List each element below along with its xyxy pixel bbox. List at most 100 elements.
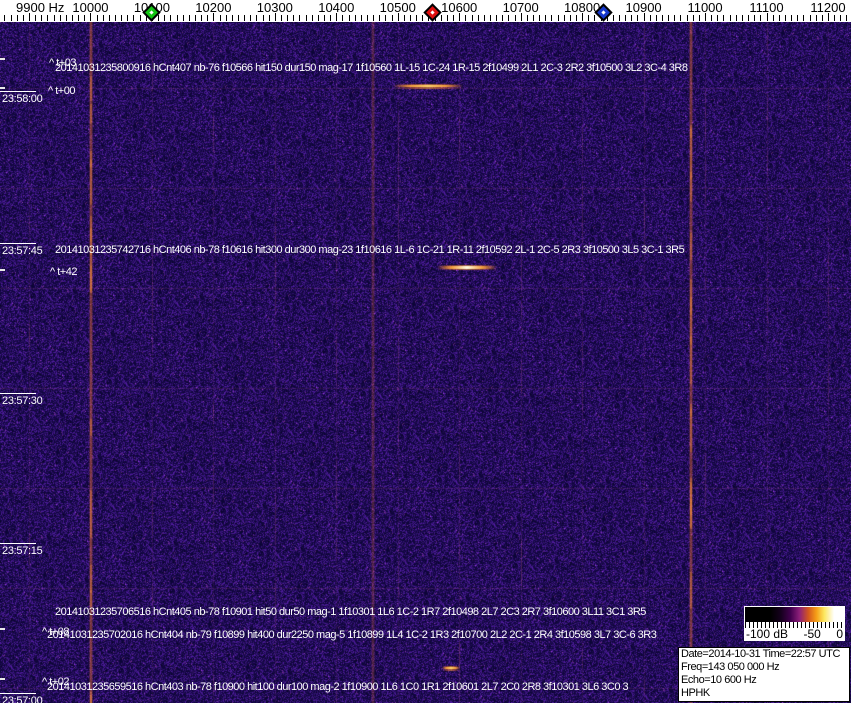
freq-axis-tick: [846, 15, 847, 21]
freq-axis-tick: [441, 15, 442, 21]
freq-axis-tick: [459, 13, 460, 21]
spectrogram-waterfall[interactable]: [0, 22, 851, 703]
info-echo: Echo=10 600 Hz: [681, 674, 757, 686]
freq-axis-tick: [582, 13, 583, 21]
freq-axis-tick: [773, 15, 774, 21]
detection-notch: [0, 269, 5, 271]
time-axis-label: 23:57:45: [2, 245, 43, 257]
detection-log-line: 20141031235659516 hCnt403 nb-78 f10900 h…: [47, 681, 629, 693]
freq-axis-tick: [121, 15, 122, 21]
freq-axis-tick: [97, 15, 98, 21]
colorbar-label-max: 0: [836, 627, 843, 641]
freq-axis-tick: [508, 15, 509, 21]
freq-axis-tick: [594, 15, 595, 21]
freq-axis-tick: [527, 15, 528, 21]
freq-axis-tick: [619, 15, 620, 21]
freq-axis-tick: [177, 15, 178, 21]
colorbar-labels: -100 dB -50 0: [745, 628, 844, 641]
freq-axis-tick: [410, 15, 411, 21]
freq-axis-tick: [355, 15, 356, 21]
freq-axis-tick: [379, 15, 380, 21]
freq-axis-tick: [656, 15, 657, 21]
freq-axis-tick: [103, 15, 104, 21]
freq-axis-tick: [232, 15, 233, 21]
freq-axis-tick: [195, 15, 196, 21]
info-frequency: Freq=143 050 000 Hz: [681, 661, 780, 673]
freq-axis-tick: [810, 15, 811, 21]
freq-axis-tick: [60, 15, 61, 21]
freq-axis-tick: [269, 15, 270, 21]
freq-axis-tick: [453, 15, 454, 21]
freq-axis-tick: [170, 15, 171, 21]
freq-axis-tick: [330, 15, 331, 21]
freq-axis-tick: [705, 13, 706, 21]
freq-axis-tick: [484, 15, 485, 21]
freq-axis-tick: [11, 15, 12, 21]
freq-axis-tick: [767, 13, 768, 21]
freq-axis-label: 9900 Hz: [16, 0, 65, 15]
freq-axis-tick: [23, 15, 24, 21]
freq-axis-tick: [551, 15, 552, 21]
freq-axis-tick: [263, 15, 264, 21]
time-offset-annotation: ^ t+42: [50, 266, 77, 278]
freq-axis-tick: [416, 15, 417, 21]
freq-axis-tick: [644, 13, 645, 21]
freq-axis-tick: [29, 13, 30, 21]
freq-axis-tick: [625, 15, 626, 21]
freq-axis-tick: [78, 15, 79, 21]
detection-notch: [0, 58, 5, 60]
freq-axis-tick: [201, 15, 202, 21]
freq-axis-tick: [785, 15, 786, 21]
freq-axis-tick: [539, 15, 540, 21]
freq-axis-tick: [828, 13, 829, 21]
time-axis-label: 23:57:15: [2, 545, 43, 557]
freq-axis-tick: [662, 15, 663, 21]
freq-axis-tick: [472, 15, 473, 21]
freq-axis-tick: [496, 15, 497, 21]
detection-notch: [0, 678, 5, 680]
freq-axis-tick: [760, 15, 761, 21]
freq-axis-tick: [840, 15, 841, 21]
freq-axis-tick: [72, 15, 73, 21]
freq-axis-tick: [189, 15, 190, 21]
freq-axis-tick: [342, 15, 343, 21]
time-offset-annotation: ^ t+00: [48, 85, 75, 97]
freq-axis-tick: [281, 15, 282, 21]
freq-axis-tick: [613, 15, 614, 21]
freq-axis-tick: [650, 15, 651, 21]
freq-axis-tick: [816, 15, 817, 21]
time-axis-tick: [0, 693, 36, 694]
time-axis-tick: [0, 91, 36, 92]
time-axis-tick: [0, 243, 36, 244]
freq-axis-tick: [367, 15, 368, 21]
freq-axis-tick: [588, 15, 589, 21]
freq-axis-tick: [465, 15, 466, 21]
freq-axis-tick: [515, 15, 516, 21]
freq-axis-tick: [564, 15, 565, 21]
freq-axis-tick: [306, 15, 307, 21]
freq-axis-tick: [373, 15, 374, 21]
freq-axis-tick: [834, 15, 835, 21]
freq-axis-tick: [127, 15, 128, 21]
time-offset-annotation: ^ t+08: [42, 626, 69, 638]
detection-notch: [0, 87, 5, 89]
freq-axis-tick: [109, 15, 110, 21]
colorbar-label-mid: -50: [803, 627, 821, 641]
freq-axis-tick: [730, 15, 731, 21]
freq-axis-tick: [41, 15, 42, 21]
freq-axis-tick: [4, 15, 5, 21]
freq-axis-tick: [668, 15, 669, 21]
freq-axis-tick: [422, 15, 423, 21]
freq-axis-tick: [478, 15, 479, 21]
time-offset-annotation: ^ t+02: [42, 676, 69, 688]
time-axis-label: 23:57:30: [2, 395, 43, 407]
freq-axis-tick: [54, 15, 55, 21]
freq-axis-tick: [502, 15, 503, 21]
freq-axis-tick: [576, 15, 577, 21]
freq-axis-tick: [779, 15, 780, 21]
freq-axis-tick: [637, 15, 638, 21]
freq-axis-tick: [385, 15, 386, 21]
freq-axis-tick: [275, 13, 276, 21]
freq-axis-tick: [84, 15, 85, 21]
time-offset-annotation: ^ t+03: [49, 57, 76, 69]
